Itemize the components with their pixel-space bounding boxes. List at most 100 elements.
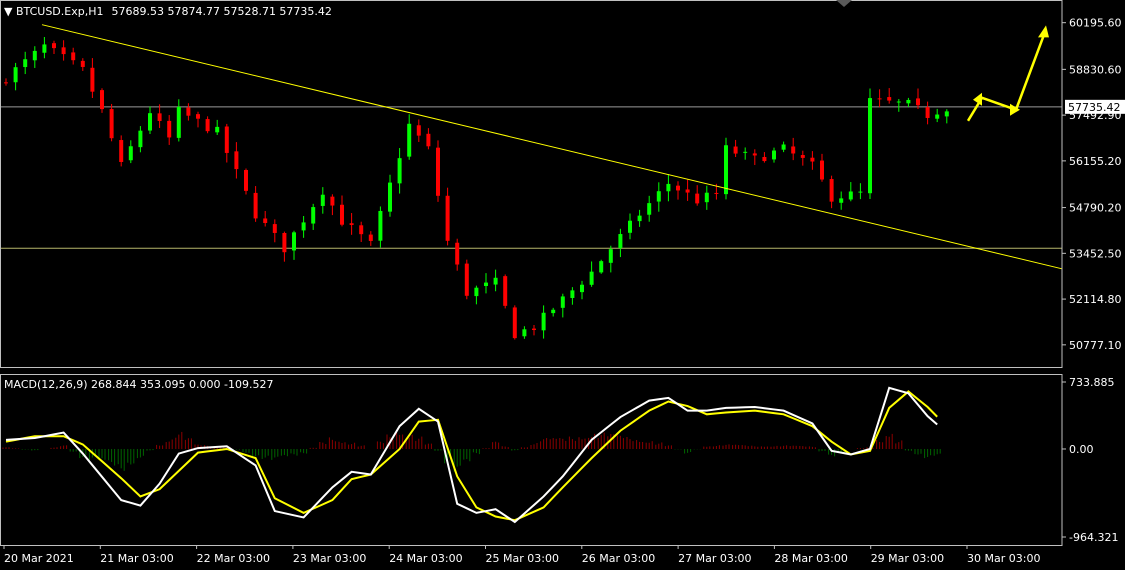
macd-panel[interactable] — [2, 386, 941, 524]
scroll-marker-icon[interactable] — [836, 0, 852, 7]
candle-bull — [599, 261, 604, 273]
time-tick-label: 27 Mar 03:00 — [678, 552, 751, 565]
candle-bull — [311, 207, 316, 224]
candle-bear — [71, 52, 76, 61]
candle-bear — [676, 185, 680, 191]
candle-bear — [512, 307, 517, 339]
trendline-line — [41, 24, 1063, 270]
candle-bull — [637, 215, 642, 222]
candle-bull — [32, 50, 37, 61]
candle-bear — [791, 146, 796, 154]
time-axis: 20 Mar 2021 21 Mar 03:00 22 Mar 03:00 23 Ma… — [3, 545, 1040, 565]
price-tick-label: 53452.50 — [1069, 247, 1122, 260]
candle-bull — [42, 44, 47, 53]
candle-bear — [820, 160, 824, 180]
candle-bull — [407, 123, 412, 157]
trading-chart[interactable]: 60195.6058830.6057492.9056155.2054790.20… — [0, 0, 1125, 570]
candle-bear — [90, 67, 95, 92]
price-tick-label: 56155.20 — [1069, 155, 1122, 168]
candle-bear — [810, 157, 815, 162]
forecast-arrowhead-icon — [1038, 25, 1049, 38]
price-tick-label: 60195.60 — [1069, 17, 1122, 30]
candle-bear — [330, 196, 335, 206]
price-panel[interactable] — [0, 24, 1063, 340]
candle-bull — [215, 126, 220, 133]
macd-lines — [5, 386, 938, 524]
candle-bear — [100, 90, 104, 110]
time-tick-label: 20 Mar 2021 — [4, 552, 74, 565]
macd-tick-label: 733.885 — [1069, 376, 1115, 389]
time-tick-label: 30 Mar 03:00 — [967, 552, 1040, 565]
chart-header: ▼ BTCUSD.Exp,H1 57689.53 57874.77 57528.7… — [4, 5, 332, 18]
time-tick-label: 24 Mar 03:00 — [389, 552, 462, 565]
time-tick-label: 28 Mar 03:00 — [774, 552, 847, 565]
candle-bull — [781, 144, 786, 150]
time-tick-label: 21 Mar 03:00 — [100, 552, 173, 565]
candle-bull — [176, 106, 181, 138]
candle-bear — [800, 155, 805, 158]
price-axis: 60195.6058830.6057492.9056155.2054790.20… — [1062, 17, 1125, 352]
collapse-arrow-icon[interactable]: ▼ — [4, 5, 16, 18]
candle-bull — [522, 329, 527, 337]
time-tick-label: 23 Mar 03:00 — [293, 552, 366, 565]
price-panel-frame — [0, 0, 1063, 368]
candle-bull — [138, 130, 143, 148]
time-tick-label: 25 Mar 03:00 — [486, 552, 559, 565]
candle-bear — [416, 125, 421, 136]
price-tick-label: 50777.10 — [1069, 339, 1122, 352]
candle-bull — [858, 191, 863, 193]
candle-bull — [628, 220, 632, 233]
candle-bull — [580, 284, 584, 293]
candle-bull — [608, 249, 613, 263]
candle-bull — [560, 296, 565, 308]
macd-title: MACD(12,26,9) 268.844 353.095 0.000 -109… — [4, 378, 273, 391]
candle-bear — [877, 98, 882, 100]
candle-bear — [455, 242, 460, 265]
candle-bull — [666, 183, 671, 192]
candle-bull — [724, 145, 728, 195]
candle-bull — [493, 277, 498, 285]
candle-bull — [839, 198, 844, 203]
current-price-label: 57735.42 — [1068, 101, 1121, 114]
time-tick-label: 26 Mar 03:00 — [582, 552, 655, 565]
candle-bear — [224, 126, 229, 153]
candle-bull — [23, 59, 28, 68]
candle-bear — [752, 153, 757, 156]
time-tick-label: 22 Mar 03:00 — [197, 552, 270, 565]
candlestick-series — [4, 36, 949, 340]
candle-bull — [868, 98, 872, 194]
candle-bear — [464, 263, 469, 296]
candle-bear — [532, 328, 536, 331]
candle-bull — [148, 113, 152, 131]
candle-bull — [935, 114, 940, 119]
candle-bull — [397, 158, 402, 184]
candle-bull — [656, 191, 661, 202]
candle-bear — [282, 233, 287, 253]
macd-histogram — [2, 431, 941, 472]
candle-bear — [4, 82, 8, 84]
candle-bear — [196, 114, 200, 119]
candle-bear — [157, 113, 162, 121]
candle-bear — [167, 120, 172, 138]
ohlc-values: 57689.53 57874.77 57528.71 57735.42 — [111, 5, 331, 18]
candle-bear — [733, 146, 738, 154]
candle-bear — [503, 276, 508, 306]
candle-bull — [647, 203, 652, 215]
candle-bear — [349, 223, 354, 225]
macd-main-line — [5, 386, 938, 524]
symbol-label: BTCUSD.Exp,H1 — [16, 5, 104, 18]
price-horizontal-lines — [0, 106, 1062, 249]
candle-bull — [848, 191, 853, 200]
time-tick-label: 29 Mar 03:00 — [871, 552, 944, 565]
price-tick-label: 52114.80 — [1069, 293, 1122, 306]
macd-axis: 733.885 0.00 -964.321 — [1062, 376, 1118, 544]
candle-bull — [13, 67, 18, 83]
candle-bear — [253, 192, 258, 219]
trendline[interactable] — [41, 24, 1063, 270]
candle-bull — [128, 146, 133, 161]
candle-bull — [772, 150, 776, 160]
candle-bull — [570, 290, 575, 298]
candle-bear — [695, 193, 700, 204]
candle-bear — [52, 43, 56, 49]
candle-bear — [436, 147, 440, 196]
